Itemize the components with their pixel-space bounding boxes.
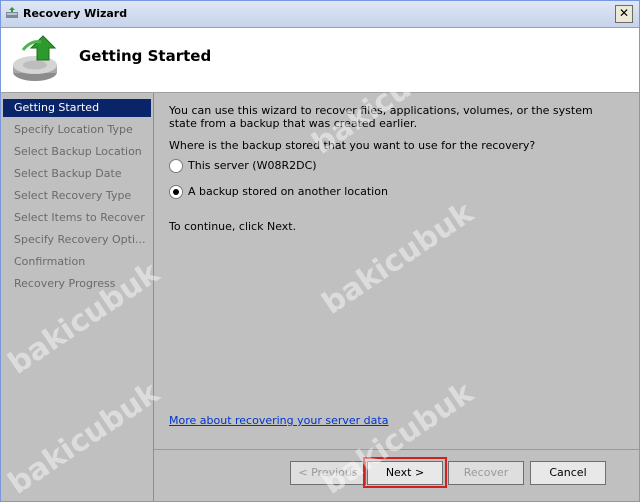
- wizard-content: You can use this wizard to recover files…: [154, 93, 639, 501]
- nav-item-getting-started[interactable]: Getting Started: [3, 99, 151, 117]
- nav-item-recovery-progress: Recovery Progress: [14, 277, 116, 290]
- nav-item-specify-recovery-options: Specify Recovery Opti...: [14, 233, 146, 246]
- close-button[interactable]: ✕: [615, 5, 633, 23]
- radio-this-server[interactable]: [169, 159, 183, 173]
- nav-item-specify-location-type: Specify Location Type: [14, 123, 133, 136]
- cancel-button[interactable]: Cancel: [530, 461, 606, 485]
- close-icon: ✕: [618, 6, 630, 20]
- page-title: Getting Started: [79, 47, 212, 65]
- wizard-header: Getting Started: [1, 28, 639, 93]
- radio-this-server-label[interactable]: This server (W08R2DC): [188, 159, 317, 172]
- radio-another-location-label[interactable]: A backup stored on another location: [188, 185, 388, 198]
- backup-drive-icon: [13, 35, 57, 81]
- wizard-steps-nav: Getting Started Specify Location Type Se…: [1, 93, 154, 501]
- previous-button[interactable]: < Previous: [290, 461, 366, 485]
- radio-another-location[interactable]: [169, 185, 183, 199]
- continue-text: To continue, click Next.: [169, 220, 297, 233]
- nav-item-select-recovery-type: Select Recovery Type: [14, 189, 132, 202]
- location-question: Where is the backup stored that you want…: [169, 139, 536, 152]
- recovery-wizard-window: Recovery Wizard ✕ Getting Started Gettin…: [0, 0, 640, 502]
- window-title: Recovery Wizard: [23, 7, 128, 20]
- nav-item-select-items-to-recover: Select Items to Recover: [14, 211, 145, 224]
- app-icon: [6, 7, 18, 18]
- nav-item-select-backup-date: Select Backup Date: [14, 167, 122, 180]
- title-bar: Recovery Wizard ✕: [1, 1, 639, 28]
- help-link[interactable]: More about recovering your server data: [169, 414, 388, 427]
- next-button[interactable]: Next >: [367, 461, 443, 485]
- nav-item-select-backup-location: Select Backup Location: [14, 145, 142, 158]
- recover-button[interactable]: Recover: [448, 461, 524, 485]
- nav-item-confirmation: Confirmation: [14, 255, 86, 268]
- intro-text: You can use this wizard to recover files…: [169, 104, 593, 130]
- footer-divider: [154, 449, 639, 450]
